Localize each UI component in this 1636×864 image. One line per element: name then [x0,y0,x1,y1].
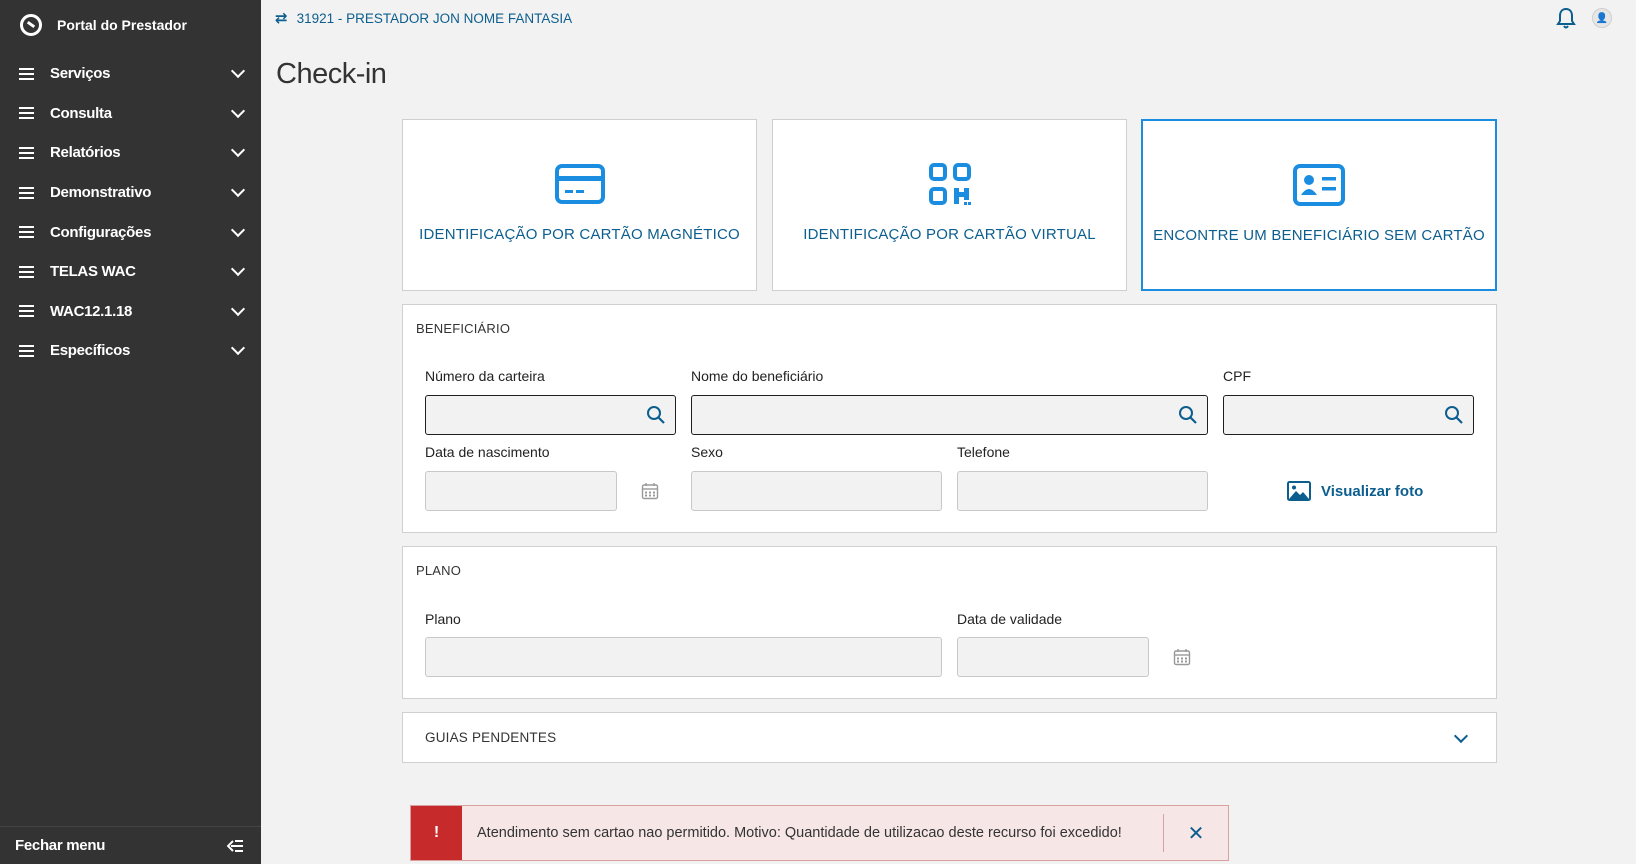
user-icon: 👤 [1595,12,1609,24]
chevron-down-icon [230,64,246,79]
sidebar-item-relatorios[interactable]: Relatórios [0,133,261,173]
menu-icon [19,226,34,239]
topbar: ⇄ 31921 - PRESTADOR JON NOME FANTASIA 👤 [261,0,1636,36]
sidebar-item-label: Consulta [50,104,112,122]
menu-icon [19,67,34,80]
sidebar: Portal do Prestador Serviços Consulta Re… [0,0,261,864]
birth-date-input[interactable] [425,471,617,511]
sidebar-item-label: Específicos [50,342,131,360]
menu-icon [19,265,34,278]
search-icon[interactable] [646,405,666,425]
sidebar-item-demonstrativo[interactable]: Demonstrativo [0,173,261,213]
card-label: IDENTIFICAÇÃO POR CARTÃO MAGNÉTICO [419,226,740,243]
sidebar-item-telas-wac[interactable]: TELAS WAC [0,252,261,292]
error-icon: ! [411,806,462,860]
user-avatar[interactable]: 👤 [1592,8,1612,28]
card-number-input[interactable] [425,395,676,435]
sidebar-item-configuracoes[interactable]: Configurações [0,212,261,252]
menu-icon [19,305,34,318]
sidebar-nav: Serviços Consulta Relatórios Demonstrati… [0,54,261,371]
sidebar-item-label: Configurações [50,223,152,241]
accordion-title: GUIAS PENDENTES [425,730,557,745]
card-number-label: Número da carteira [425,368,545,384]
cpf-label: CPF [1223,368,1251,384]
chevron-down-icon [230,103,246,118]
card-virtual-card[interactable]: IDENTIFICAÇÃO POR CARTÃO VIRTUAL [772,119,1127,291]
plan-panel: PLANO Plano Data de validade [402,546,1497,699]
view-photo-link[interactable]: Visualizar foto [1287,481,1423,501]
sidebar-item-label: Serviços [50,65,111,83]
panel-title: PLANO [416,563,462,578]
provider-name[interactable]: 31921 - PRESTADOR JON NOME FANTASIA [297,11,573,26]
cpf-input[interactable] [1223,395,1474,435]
chevron-down-icon [230,143,246,158]
credit-card-icon [554,164,605,204]
close-icon[interactable]: ✕ [1164,806,1228,860]
birth-date-label: Data de nascimento [425,444,550,460]
calendar-icon[interactable] [641,482,659,500]
chevron-down-icon [230,262,246,277]
brand[interactable]: Portal do Prestador [0,0,261,50]
phone-input[interactable] [957,471,1208,511]
card-label: IDENTIFICAÇÃO POR CARTÃO VIRTUAL [803,226,1096,243]
view-photo-label: Visualizar foto [1321,482,1424,500]
beneficiary-name-label: Nome do beneficiário [691,368,824,384]
brand-title: Portal do Prestador [57,17,187,33]
search-icon[interactable] [1444,405,1464,425]
brand-logo-icon [20,14,42,36]
sex-input[interactable] [691,471,942,511]
menu-icon [19,186,34,199]
panel-title: BENEFICIÁRIO [416,321,511,336]
card-no-card-search[interactable]: ENCONTRE UM BENEFICIÁRIO SEM CARTÃO [1141,119,1497,291]
sidebar-item-wac12118[interactable]: WAC12.1.18 [0,292,261,332]
menu-icon [19,146,34,159]
chevron-down-icon [230,183,246,198]
menu-icon [19,344,34,357]
card-magnetic-card[interactable]: IDENTIFICAÇÃO POR CARTÃO MAGNÉTICO [402,119,757,291]
chevron-down-icon [230,341,246,356]
plan-input[interactable] [425,637,942,677]
chevron-down-icon [1453,728,1469,743]
switch-provider-icon[interactable]: ⇄ [275,9,288,27]
page-title: Check-in [276,58,387,90]
collapse-menu-icon [227,839,243,852]
image-icon [1287,481,1311,501]
sex-label: Sexo [691,444,723,460]
error-toast: ! Atendimento sem cartao nao permitido. … [410,805,1229,861]
beneficiary-name-input[interactable] [691,395,1208,435]
menu-icon [19,107,34,120]
plan-label: Plano [425,611,461,627]
validity-date-input[interactable] [957,637,1149,677]
sidebar-item-especificos[interactable]: Específicos [0,331,261,371]
sidebar-item-label: WAC12.1.18 [50,302,133,320]
close-menu-label: Fechar menu [15,837,106,854]
sidebar-item-label: TELAS WAC [50,263,136,281]
phone-label: Telefone [957,444,1010,460]
card-label: ENCONTRE UM BENEFICIÁRIO SEM CARTÃO [1153,227,1485,244]
toast-message: Atendimento sem cartao nao permitido. Mo… [477,825,1122,841]
chevron-down-icon [230,222,246,237]
sidebar-item-servicos[interactable]: Serviços [0,54,261,94]
sidebar-item-label: Demonstrativo [50,184,152,202]
validity-date-label: Data de validade [957,611,1063,627]
search-icon[interactable] [1178,405,1198,425]
calendar-icon[interactable] [1173,648,1191,666]
qr-code-icon [928,163,971,205]
id-card-icon [1293,164,1345,206]
bell-icon[interactable] [1556,7,1576,29]
beneficiary-panel: BENEFICIÁRIO Número da carteira Nome do … [402,304,1497,533]
sidebar-item-label: Relatórios [50,144,121,162]
pending-guides-accordion[interactable]: GUIAS PENDENTES [402,712,1497,763]
sidebar-item-consulta[interactable]: Consulta [0,94,261,134]
close-menu-button[interactable]: Fechar menu [0,826,261,864]
chevron-down-icon [230,301,246,316]
